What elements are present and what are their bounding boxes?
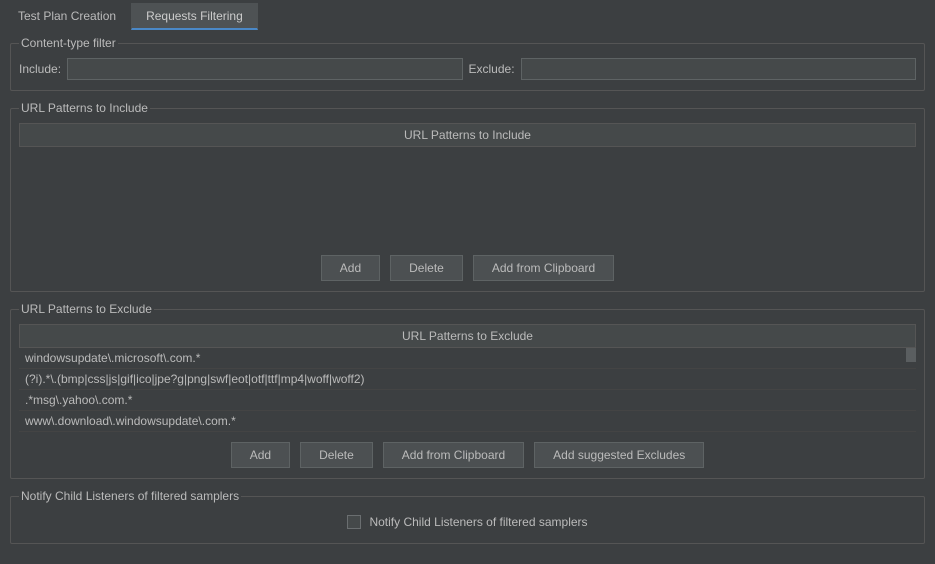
content-type-filter-legend: Content-type filter	[19, 36, 118, 50]
url-patterns-include-legend: URL Patterns to Include	[19, 101, 150, 115]
exclude-add-suggested-button[interactable]: Add suggested Excludes	[534, 442, 704, 468]
table-row[interactable]: .*msg\.yahoo\.com.*	[19, 390, 916, 411]
include-label: Include:	[19, 62, 61, 76]
include-add-button[interactable]: Add	[321, 255, 380, 281]
url-patterns-include-group: URL Patterns to Include URL Patterns to …	[10, 101, 925, 292]
table-row[interactable]: windowsupdate\.microsoft\.com.*	[19, 348, 916, 369]
content-type-filter-group: Content-type filter Include: Exclude:	[10, 36, 925, 91]
tab-bar: Test Plan Creation Requests Filtering	[0, 0, 935, 30]
exclude-table-body[interactable]: windowsupdate\.microsoft\.com.*(?i).*\.(…	[19, 348, 916, 432]
exclude-scrollbar[interactable]	[906, 348, 916, 362]
url-patterns-exclude-group: URL Patterns to Exclude URL Patterns to …	[10, 302, 925, 479]
include-table-header: URL Patterns to Include	[19, 123, 916, 147]
table-row[interactable]: www\.download\.windowsupdate\.com.*	[19, 411, 916, 432]
tab-requests-filtering[interactable]: Requests Filtering	[131, 3, 258, 30]
notify-checkbox[interactable]	[347, 515, 361, 529]
include-add-clipboard-button[interactable]: Add from Clipboard	[473, 255, 614, 281]
table-row[interactable]: (?i).*\.(bmp|css|js|gif|ico|jpe?g|png|sw…	[19, 369, 916, 390]
exclude-add-clipboard-button[interactable]: Add from Clipboard	[383, 442, 524, 468]
include-table-body[interactable]	[19, 147, 916, 163]
include-input[interactable]	[67, 58, 462, 80]
exclude-table-header: URL Patterns to Exclude	[19, 324, 916, 348]
exclude-label: Exclude:	[469, 62, 515, 76]
include-delete-button[interactable]: Delete	[390, 255, 463, 281]
tab-test-plan-creation[interactable]: Test Plan Creation	[3, 3, 131, 30]
exclude-add-button[interactable]: Add	[231, 442, 290, 468]
requests-filtering-panel: Content-type filter Include: Exclude: UR…	[0, 30, 935, 564]
notify-child-listeners-group: Notify Child Listeners of filtered sampl…	[10, 489, 925, 544]
exclude-input[interactable]	[521, 58, 916, 80]
exclude-delete-button[interactable]: Delete	[300, 442, 373, 468]
notify-legend: Notify Child Listeners of filtered sampl…	[19, 489, 241, 503]
notify-checkbox-label: Notify Child Listeners of filtered sampl…	[369, 515, 587, 529]
url-patterns-exclude-legend: URL Patterns to Exclude	[19, 302, 154, 316]
